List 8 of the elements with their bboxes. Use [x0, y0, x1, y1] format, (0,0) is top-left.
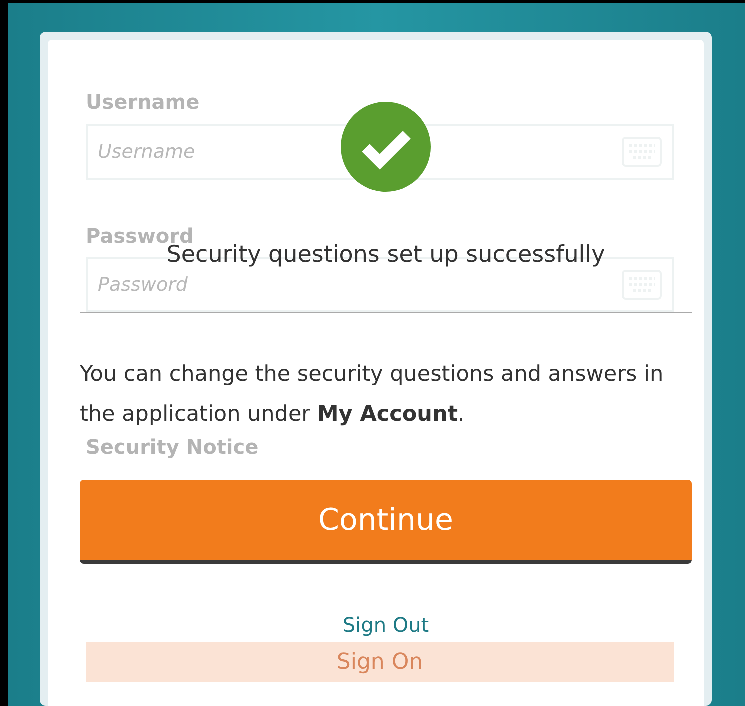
sign-out-link[interactable]: Sign Out — [342, 613, 430, 637]
success-check-icon — [341, 102, 431, 192]
dialog-message: You can change the security questions and answers in the application under My Account. — [80, 361, 665, 429]
notice-heading: Security Notice — [86, 435, 259, 459]
username-field[interactable]: Username — [86, 124, 674, 180]
sign-on-button[interactable]: Sign On — [86, 642, 674, 682]
field-label: Username — [86, 90, 200, 114]
continue-button[interactable]: Continue — [80, 480, 692, 564]
